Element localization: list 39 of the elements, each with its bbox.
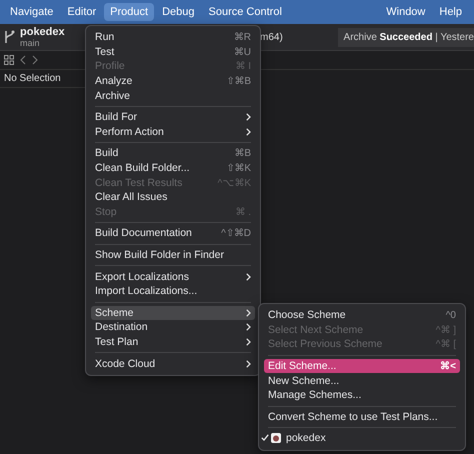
menu-item[interactable]: Perform Action: [91, 124, 255, 140]
menu-title[interactable]: Help: [433, 3, 468, 21]
menu-item[interactable]: Show Build Folder in Finder: [91, 248, 255, 262]
back-icon[interactable]: [20, 55, 26, 65]
menu-item[interactable]: Destination: [91, 320, 255, 335]
menu-title[interactable]: Product: [104, 3, 154, 21]
menu-item[interactable]: Choose Scheme ^0: [264, 308, 460, 323]
app-icon: [271, 433, 281, 444]
menu-item[interactable]: Convert Scheme to use Test Plans...: [264, 410, 460, 424]
menu-item[interactable]: Import Localizations...: [91, 284, 255, 298]
branch-name: main: [20, 38, 41, 48]
menu-title[interactable]: Editor: [61, 3, 102, 21]
menu-item[interactable]: Scheme: [91, 306, 255, 320]
menu-item[interactable]: pokedex: [264, 431, 460, 446]
menu-item[interactable]: Build For: [91, 110, 255, 125]
menu-title[interactable]: Navigate: [4, 3, 60, 21]
menu-title[interactable]: Window: [380, 3, 432, 21]
menu-title[interactable]: Debug: [156, 3, 201, 21]
menu-title[interactable]: Source Control: [202, 3, 288, 21]
branch-icon: [4, 30, 15, 44]
menu-item[interactable]: Clear All Issues: [91, 190, 255, 205]
menu-item[interactable]: Run ⌘R: [91, 30, 255, 45]
menu-item[interactable]: Analyze ⇧⌘B: [91, 74, 255, 88]
menu-item[interactable]: Xcode Cloud: [91, 356, 255, 371]
menu-item[interactable]: Manage Schemes...: [264, 388, 460, 403]
forward-icon[interactable]: [32, 55, 38, 65]
menu-item[interactable]: Test Plan: [91, 334, 255, 350]
menu-item[interactable]: Export Localizations: [91, 269, 255, 284]
chevron-icon: [246, 272, 251, 281]
menu-item[interactable]: Build Documentation ^⇧⌘D: [91, 226, 255, 241]
menu-item[interactable]: Edit Scheme... ⌘<: [264, 358, 460, 374]
chevron-icon: [246, 360, 251, 368]
menu-item[interactable]: Archive: [91, 88, 255, 103]
activity-status: Archive Succeeded | Yestere: [338, 28, 474, 46]
grid-icon[interactable]: [4, 55, 14, 65]
menu-item[interactable]: New Scheme...: [264, 373, 460, 388]
menu-item[interactable]: Build ⌘B: [91, 146, 255, 161]
menu-item[interactable]: Test ⌘U: [91, 44, 255, 60]
menu-item[interactable]: Clean Build Folder... ⇧⌘K: [91, 160, 255, 176]
